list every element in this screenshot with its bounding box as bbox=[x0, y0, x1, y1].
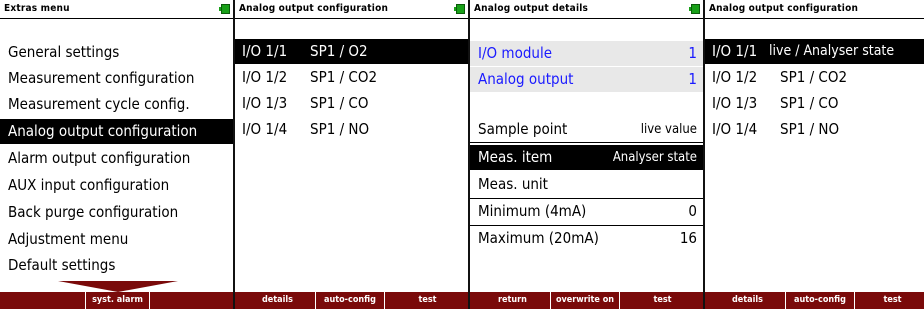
output-row[interactable]: I/O 1/3 SP1 / CO bbox=[705, 91, 924, 116]
output-row[interactable]: I/O 1/4 SP1 / NO bbox=[705, 117, 924, 142]
battery-icon bbox=[454, 4, 465, 14]
softkey-test[interactable]: test bbox=[395, 292, 460, 309]
screen-header: Analog output details bbox=[470, 0, 703, 19]
screen-title: Analog output configuration bbox=[239, 3, 389, 14]
softkey-test[interactable]: test bbox=[630, 292, 695, 309]
menu-item-adjustment-menu[interactable]: Adjustment menu bbox=[0, 227, 233, 252]
sample-point-field[interactable]: Sample point live value bbox=[470, 117, 703, 142]
screen-analog-output-details: Analog output details I/O module 1 Analo… bbox=[470, 0, 703, 309]
io-label: I/O 1/4 bbox=[242, 120, 288, 138]
softkey-bar: details auto-config test bbox=[235, 292, 468, 309]
assignment-value: SP1 / CO2 bbox=[780, 68, 848, 86]
field-label: Minimum (4mA) bbox=[478, 202, 587, 220]
output-row[interactable]: I/O 1/3 SP1 / CO bbox=[235, 91, 468, 116]
output-row[interactable]: I/O 1/4 SP1 / NO bbox=[235, 117, 468, 142]
screen-title: Analog output configuration bbox=[709, 3, 859, 14]
assignment-value: SP1 / CO2 bbox=[310, 68, 378, 86]
softkey-overwrite-on[interactable]: overwrite on bbox=[550, 292, 620, 309]
output-row[interactable]: I/O 1/1 SP1 / O2 bbox=[235, 39, 468, 64]
menu-item-aux-input-configuration[interactable]: AUX input configuration bbox=[0, 173, 233, 198]
assignment-value: SP1 / NO bbox=[780, 120, 840, 138]
battery-icon bbox=[689, 4, 700, 14]
field-value: 1 bbox=[688, 44, 697, 62]
output-row[interactable]: I/O 1/2 SP1 / CO2 bbox=[235, 65, 468, 90]
field-label: Sample point bbox=[478, 120, 568, 138]
meas-unit-field[interactable]: Meas. unit bbox=[470, 172, 703, 197]
assignment-value: SP1 / CO bbox=[780, 94, 839, 112]
output-row[interactable]: I/O 1/1 live / Analyser state bbox=[705, 39, 924, 64]
assignment-value: SP1 / O2 bbox=[310, 42, 368, 60]
row-separator bbox=[470, 142, 703, 143]
screen-header: Extras menu bbox=[0, 0, 233, 19]
screen-extras-menu: Extras menu General settings Measurement… bbox=[0, 0, 233, 309]
field-label: I/O module bbox=[478, 44, 553, 62]
softkey-bar: syst. alarm bbox=[0, 292, 233, 309]
assignment-value: live / Analyser state bbox=[769, 43, 895, 59]
scroll-down-arrow-icon bbox=[58, 281, 178, 292]
menu-item-analog-output-configuration[interactable]: Analog output configuration bbox=[0, 119, 233, 144]
io-label: I/O 1/3 bbox=[242, 94, 288, 112]
assignment-value: SP1 / NO bbox=[310, 120, 370, 138]
field-label: Maximum (20mA) bbox=[478, 229, 599, 247]
softkey-auto-config[interactable]: auto-config bbox=[315, 292, 385, 309]
field-value: Analyser state bbox=[612, 150, 697, 165]
io-label: I/O 1/1 bbox=[242, 42, 288, 60]
menu-item-default-settings[interactable]: Default settings bbox=[0, 253, 233, 278]
menu-item-measurement-cycle-config[interactable]: Measurement cycle config. bbox=[0, 92, 233, 117]
menu-item-general-settings[interactable]: General settings bbox=[0, 40, 233, 65]
io-module-field[interactable]: I/O module 1 bbox=[470, 41, 703, 66]
menu-item-measurement-configuration[interactable]: Measurement configuration bbox=[0, 66, 233, 91]
field-value: 0 bbox=[688, 202, 697, 220]
screen-header: Analog output configuration bbox=[235, 0, 468, 19]
battery-icon bbox=[219, 4, 230, 14]
softkey-bar: details auto-config test bbox=[705, 292, 924, 309]
softkey-details[interactable]: details bbox=[245, 292, 310, 309]
field-value: live value bbox=[640, 122, 697, 137]
field-label: Meas. item bbox=[478, 148, 553, 166]
field-label: Meas. unit bbox=[478, 175, 548, 193]
softkey-bar: return overwrite on test bbox=[470, 292, 703, 309]
meas-item-field[interactable]: Meas. item Analyser state bbox=[470, 145, 703, 170]
screen-header: Analog output configuration bbox=[705, 0, 924, 19]
io-label: I/O 1/2 bbox=[242, 68, 288, 86]
menu-item-back-purge-configuration[interactable]: Back purge configuration bbox=[0, 200, 233, 225]
io-label: I/O 1/2 bbox=[712, 68, 758, 86]
softkey-syst-alarm[interactable]: syst. alarm bbox=[85, 292, 150, 309]
io-label: I/O 1/3 bbox=[712, 94, 758, 112]
maximum-field[interactable]: Maximum (20mA) 16 bbox=[470, 226, 703, 251]
screen-analog-output-configuration-updated: Analog output configuration I/O 1/1 live… bbox=[705, 0, 924, 309]
field-label: Analog output bbox=[478, 70, 574, 88]
minimum-field[interactable]: Minimum (4mA) 0 bbox=[470, 199, 703, 224]
assignment-value: SP1 / CO bbox=[310, 94, 369, 112]
menu-item-alarm-output-configuration[interactable]: Alarm output configuration bbox=[0, 146, 233, 171]
io-label: I/O 1/1 bbox=[712, 42, 758, 60]
field-value: 1 bbox=[688, 70, 697, 88]
output-row[interactable]: I/O 1/2 SP1 / CO2 bbox=[705, 65, 924, 90]
field-value: 16 bbox=[679, 229, 697, 247]
io-label: I/O 1/4 bbox=[712, 120, 758, 138]
softkey-test[interactable]: test bbox=[865, 292, 920, 309]
softkey-return[interactable]: return bbox=[480, 292, 545, 309]
screen-title: Analog output details bbox=[474, 3, 589, 14]
softkey-details[interactable]: details bbox=[715, 292, 780, 309]
screen-analog-output-configuration: Analog output configuration I/O 1/1 SP1 … bbox=[235, 0, 468, 309]
analog-output-field[interactable]: Analog output 1 bbox=[470, 67, 703, 92]
softkey-auto-config[interactable]: auto-config bbox=[785, 292, 855, 309]
screen-title: Extras menu bbox=[4, 3, 70, 14]
